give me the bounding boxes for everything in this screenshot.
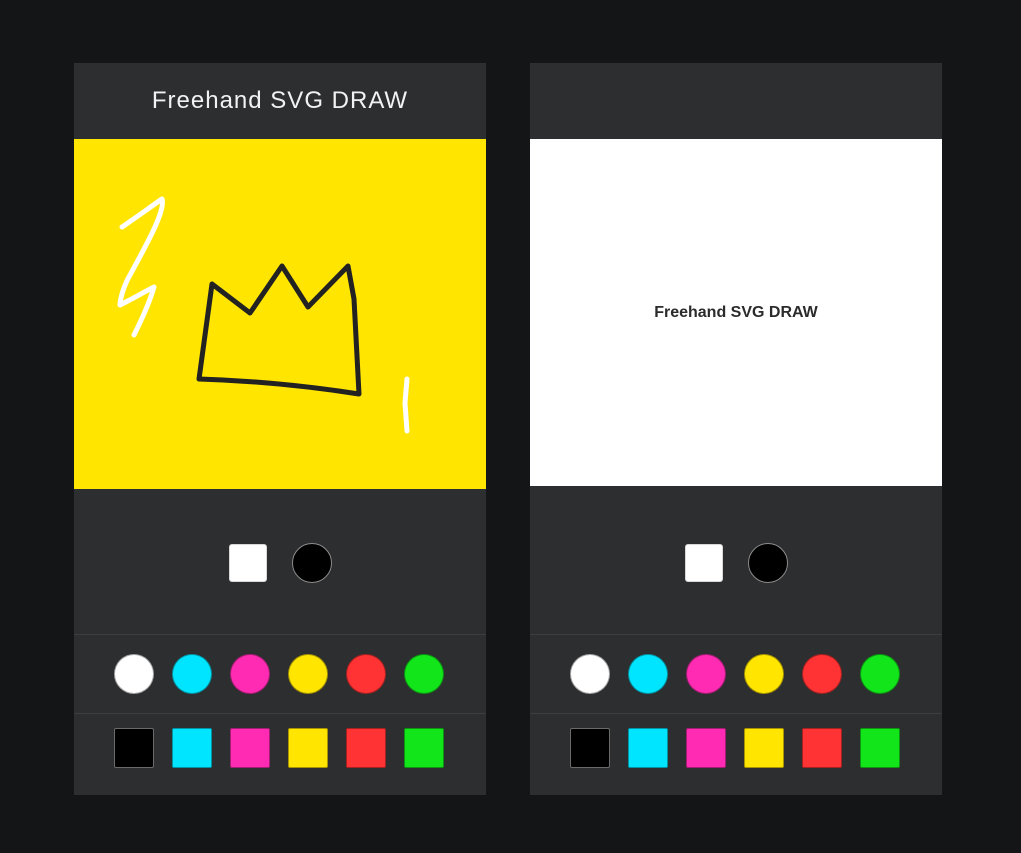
color-swatch-yellow[interactable] xyxy=(288,728,328,768)
drawing-app-left: Freehand SVG DRAW xyxy=(74,63,486,795)
color-swatch-yellow[interactable] xyxy=(744,728,784,768)
drawing-canvas-svg[interactable] xyxy=(74,139,486,489)
app-title: Freehand SVG DRAW xyxy=(151,87,409,114)
drawing-canvas[interactable] xyxy=(74,139,486,489)
square-brush-button[interactable] xyxy=(229,544,267,582)
color-swatch-red[interactable] xyxy=(346,728,386,768)
color-swatch-black[interactable] xyxy=(114,728,154,768)
color-swatch-black[interactable] xyxy=(570,728,610,768)
app-title-header: Freehand SVG DRAW xyxy=(74,63,486,139)
circle-color-row xyxy=(114,654,446,694)
color-swatch-green[interactable] xyxy=(860,654,900,694)
color-swatch-green[interactable] xyxy=(860,728,900,768)
color-swatch-green[interactable] xyxy=(404,728,444,768)
square-color-row xyxy=(114,728,446,768)
square-brush-button[interactable] xyxy=(685,544,723,582)
color-swatch-cyan[interactable] xyxy=(628,654,668,694)
color-swatch-cyan[interactable] xyxy=(172,728,212,768)
color-swatch-red[interactable] xyxy=(802,654,842,694)
color-swatch-cyan[interactable] xyxy=(628,728,668,768)
app-title-header xyxy=(530,63,942,139)
round-brush-button[interactable] xyxy=(292,543,332,583)
color-swatch-white[interactable] xyxy=(114,654,154,694)
canvas-background xyxy=(74,139,486,489)
square-color-row xyxy=(570,728,902,768)
divider xyxy=(530,634,942,635)
color-swatch-magenta[interactable] xyxy=(686,654,726,694)
divider xyxy=(74,634,486,635)
color-swatch-red[interactable] xyxy=(346,654,386,694)
color-swatch-magenta[interactable] xyxy=(686,728,726,768)
color-swatch-cyan[interactable] xyxy=(172,654,212,694)
round-brush-button[interactable] xyxy=(748,543,788,583)
color-swatch-red[interactable] xyxy=(802,728,842,768)
color-swatch-magenta[interactable] xyxy=(230,728,270,768)
color-swatch-yellow[interactable] xyxy=(288,654,328,694)
drawing-app-right: Freehand SVG DRAW xyxy=(530,63,942,795)
circle-color-row xyxy=(570,654,902,694)
canvas-placeholder-text: Freehand SVG DRAW xyxy=(654,303,818,321)
drawing-canvas[interactable]: Freehand SVG DRAW xyxy=(530,139,942,486)
color-swatch-green[interactable] xyxy=(404,654,444,694)
color-swatch-magenta[interactable] xyxy=(230,654,270,694)
color-swatch-white[interactable] xyxy=(570,654,610,694)
divider xyxy=(74,713,486,714)
divider xyxy=(530,713,942,714)
color-swatch-yellow[interactable] xyxy=(744,654,784,694)
white-tick-stroke xyxy=(402,376,410,434)
